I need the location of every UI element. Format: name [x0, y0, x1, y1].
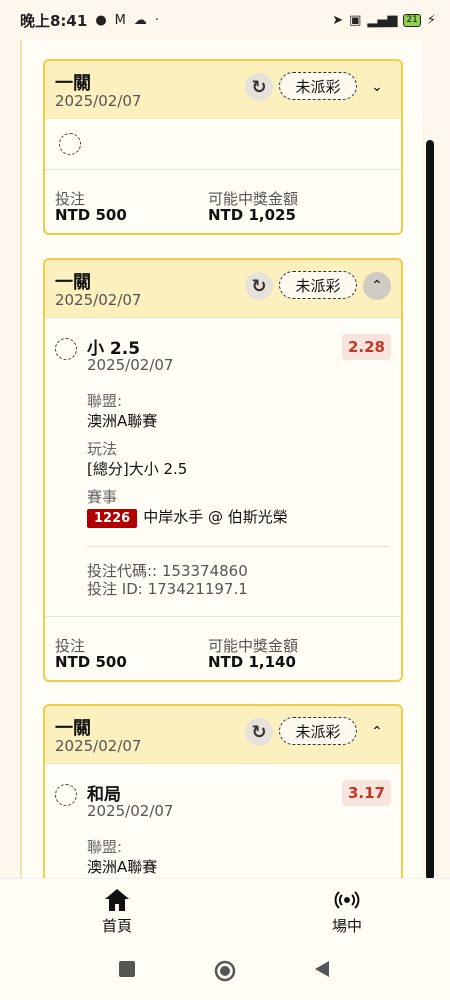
- gmail-icon: M: [114, 12, 126, 28]
- refresh-icon[interactable]: ↻: [245, 718, 273, 746]
- bet-card[interactable]: 一關 2025/02/07 ↻ 未派彩 ⌃ 和局 2025/02/07 3.17…: [43, 704, 403, 878]
- status-badge: 未派彩: [279, 271, 357, 299]
- status-badge: 未派彩: [279, 72, 357, 100]
- bottom-nav: 首頁 場中: [0, 878, 450, 948]
- stake-value: NTD 500: [55, 206, 127, 224]
- bet-card-header[interactable]: 一關 2025/02/07 ↻ 未派彩 ⌃: [45, 260, 401, 318]
- selection-radio[interactable]: [55, 338, 77, 360]
- status-time: 晚上8:41: [20, 11, 88, 30]
- bet-date: 2025/02/07: [55, 291, 142, 309]
- bet-card[interactable]: 一關 2025/02/07 ↻ 未派彩 ⌄ 投注 NTD 500 可能中獎金額 …: [43, 59, 403, 235]
- refresh-icon[interactable]: ↻: [245, 272, 273, 300]
- divider: [87, 546, 389, 547]
- bet-list[interactable]: 一關 2025/02/07 ↻ 未派彩 ⌄ 投注 NTD 500 可能中獎金額 …: [20, 40, 422, 878]
- volte-icon: ▣: [349, 12, 362, 28]
- payout-value: NTD 1,025: [208, 206, 296, 224]
- league-label: 聯盟:: [87, 392, 123, 410]
- chevron-up-icon[interactable]: ⌃: [363, 272, 391, 300]
- payout-value: NTD 1,140: [208, 653, 296, 671]
- refresh-icon[interactable]: ↻: [245, 73, 273, 101]
- bet-card-header[interactable]: 一關 2025/02/07 ↻ 未派彩 ⌃: [45, 706, 401, 764]
- recents-button[interactable]: [118, 960, 136, 982]
- battery-icon: 21: [403, 13, 421, 27]
- system-nav-bar: [0, 948, 450, 1000]
- bet-date: 2025/02/07: [55, 92, 142, 110]
- cloud-icon: ☁: [133, 12, 147, 28]
- bet-summary: 投注 NTD 500 可能中獎金額 NTD 1,140: [45, 616, 401, 680]
- selection-radio[interactable]: [59, 133, 81, 155]
- back-button[interactable]: [313, 960, 331, 982]
- scrollbar[interactable]: [426, 140, 434, 880]
- event-label: 賽事: [87, 488, 118, 506]
- signal-icon: ▂▄▆: [367, 12, 398, 28]
- selection-date: 2025/02/07: [87, 802, 174, 820]
- bet-card[interactable]: 一關 2025/02/07 ↻ 未派彩 ⌃ 小 2.5 2025/02/07 2…: [43, 258, 403, 682]
- home-icon: [77, 887, 157, 915]
- league-label: 聯盟:: [87, 838, 123, 856]
- odds-badge: 3.17: [341, 780, 391, 806]
- selection-date: 2025/02/07: [87, 356, 174, 374]
- event-id-badge: 1226: [87, 509, 138, 528]
- event-row: 1226 中岸水手 @ 伯斯光榮: [87, 506, 288, 528]
- market-value: [總分]大小 2.5: [87, 460, 188, 478]
- status-bar: 晚上8:41 ● M ☁ · ➤ ▣ ▂▄▆ 21 ⚡: [0, 0, 450, 40]
- bet-date: 2025/02/07: [55, 737, 142, 755]
- broadcast-icon: [307, 887, 387, 915]
- bet-id: 投注 ID: 173421197.1: [87, 580, 248, 598]
- nav-home-label: 首頁: [101, 917, 132, 935]
- nav-live-label: 場中: [331, 917, 362, 935]
- bet-summary: 投注 NTD 500 可能中獎金額 NTD 1,025: [45, 169, 401, 233]
- stake-value: NTD 500: [55, 653, 127, 671]
- more-notifications-icon: ·: [154, 12, 160, 28]
- league-value: 澳洲A聯賽: [87, 858, 158, 876]
- nav-home[interactable]: 首頁: [77, 887, 157, 936]
- event-name: 中岸水手 @ 伯斯光榮: [143, 508, 288, 526]
- chevron-down-icon[interactable]: ⌄: [363, 73, 391, 101]
- home-system-button[interactable]: [214, 960, 236, 986]
- charging-icon: ⚡: [426, 12, 436, 28]
- bet-card-header[interactable]: 一關 2025/02/07 ↻ 未派彩 ⌄: [45, 61, 401, 119]
- location-icon: ➤: [332, 12, 344, 28]
- selection-radio[interactable]: [55, 784, 77, 806]
- messenger-icon: ●: [95, 12, 107, 28]
- league-value: 澳洲A聯賽: [87, 412, 158, 430]
- nav-live[interactable]: 場中: [307, 887, 387, 936]
- status-badge: 未派彩: [279, 717, 357, 745]
- odds-badge: 2.28: [341, 334, 391, 360]
- chevron-up-icon[interactable]: ⌃: [363, 718, 391, 746]
- market-label: 玩法: [87, 440, 118, 458]
